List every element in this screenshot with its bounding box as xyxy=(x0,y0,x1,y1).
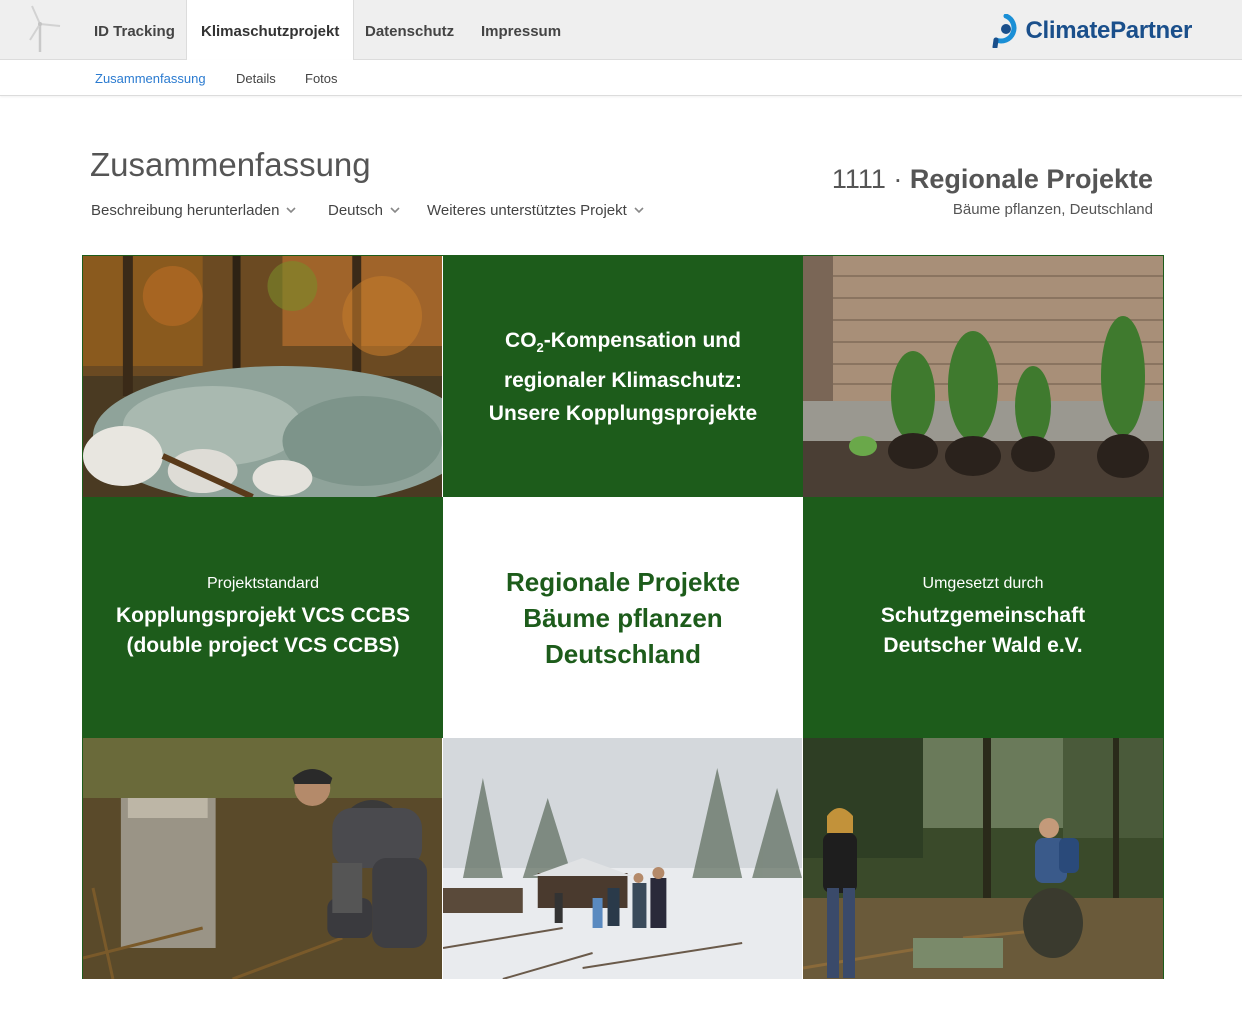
photo-planting-stump[interactable] xyxy=(83,738,443,979)
hero-tile: CO2-Kompensation und regionaler Klimasch… xyxy=(443,256,803,497)
implementer-value: Schutzgemeinschaft Deutscher Wald e.V. xyxy=(881,601,1085,661)
brand-name: ClimatePartner xyxy=(1025,17,1192,44)
top-navigation: ID Tracking Klimaschutzprojekt Datenschu… xyxy=(0,0,1242,61)
project-standard-tile: Projektstandard Kopplungsprojekt VCS CCB… xyxy=(83,497,443,738)
tab-klimaschutzprojekt[interactable]: Klimaschutzprojekt xyxy=(186,0,355,61)
language-dropdown[interactable]: Deutsch xyxy=(328,202,400,219)
project-standard-value: Kopplungsprojekt VCS CCBS (double projec… xyxy=(116,601,410,661)
project-title: 1111 · Regionale Projekte xyxy=(832,164,1153,195)
implementer-line2: Deutscher Wald e.V. xyxy=(883,633,1083,657)
hero-line2: regionaler Klimaschutz: xyxy=(503,368,743,392)
center-title-line1: Regionale Projekte xyxy=(505,566,741,597)
climatepartner-logo-icon xyxy=(992,14,1017,48)
subtab-zusammenfassung[interactable]: Zusammenfassung xyxy=(95,60,206,96)
photo-people-forest[interactable] xyxy=(803,738,1163,979)
project-id: 1111 xyxy=(831,164,886,194)
project-header: 1111 · Regionale Projekte Bäume pflanzen… xyxy=(832,164,1153,218)
project-name: Regionale Projekte xyxy=(909,164,1153,194)
hero-heading: CO2-Kompensation und regionaler Klimasch… xyxy=(489,324,757,430)
photo-seedlings-forest[interactable] xyxy=(83,256,443,497)
project-subtitle: Bäume pflanzen, Deutschland xyxy=(952,201,1153,218)
center-title-line3: Deutschland xyxy=(544,638,701,669)
hero-line1-prefix: CO xyxy=(505,328,537,352)
photo-snowy-planting[interactable] xyxy=(443,738,803,979)
center-title-line2: Bäume pflanzen xyxy=(523,602,723,633)
tab-id-tracking[interactable]: ID Tracking xyxy=(80,0,189,60)
implementer-tile: Umgesetzt durch Schutzgemeinschaft Deuts… xyxy=(803,497,1163,738)
chevron-down-icon xyxy=(634,206,644,213)
wind-turbine-icon[interactable] xyxy=(18,4,62,54)
tab-datenschutz[interactable]: Datenschutz xyxy=(351,0,468,60)
project-separator: · xyxy=(893,164,903,194)
project-standard-line2: (double project VCS CCBS) xyxy=(126,633,400,657)
subtab-details[interactable]: Details xyxy=(236,60,276,96)
project-standard-label: Projektstandard xyxy=(206,574,320,592)
page-title: Zusammenfassung xyxy=(90,146,371,183)
tab-impressum[interactable]: Impressum xyxy=(467,0,575,60)
dropdown-label: Deutsch xyxy=(328,202,384,219)
implementer-label: Umgesetzt durch xyxy=(922,574,1044,592)
download-description-dropdown[interactable]: Beschreibung herunterladen xyxy=(91,202,297,219)
chevron-down-icon xyxy=(286,206,297,213)
hero-line1-sub: 2 xyxy=(536,339,544,355)
project-title-tile: Regionale Projekte Bäume pflanzen Deutsc… xyxy=(443,497,803,738)
dropdown-label: Weiteres unterstütztes Projekt xyxy=(427,202,627,219)
climatepartner-logo[interactable]: ClimatePartner xyxy=(991,14,1192,48)
chevron-down-icon xyxy=(390,206,400,213)
further-project-dropdown[interactable]: Weiteres unterstütztes Projekt xyxy=(427,202,644,219)
project-tile-grid: CO2-Kompensation und regionaler Klimasch… xyxy=(82,255,1164,979)
subtab-fotos[interactable]: Fotos xyxy=(305,60,338,96)
dropdown-label: Beschreibung herunterladen xyxy=(91,202,280,219)
center-project-title: Regionale Projekte Bäume pflanzen Deutsc… xyxy=(506,564,740,672)
hero-line3: Unsere Kopplungsprojekte xyxy=(488,401,758,425)
project-standard-line1: Kopplungsprojekt VCS CCBS xyxy=(115,603,410,627)
photo-seedlings-wall[interactable] xyxy=(803,256,1163,497)
hero-line1-suffix: -Kompensation und xyxy=(543,328,741,352)
implementer-line1: Schutzgemeinschaft xyxy=(880,603,1086,627)
sub-navigation: Zusammenfassung Details Fotos xyxy=(0,60,1242,96)
